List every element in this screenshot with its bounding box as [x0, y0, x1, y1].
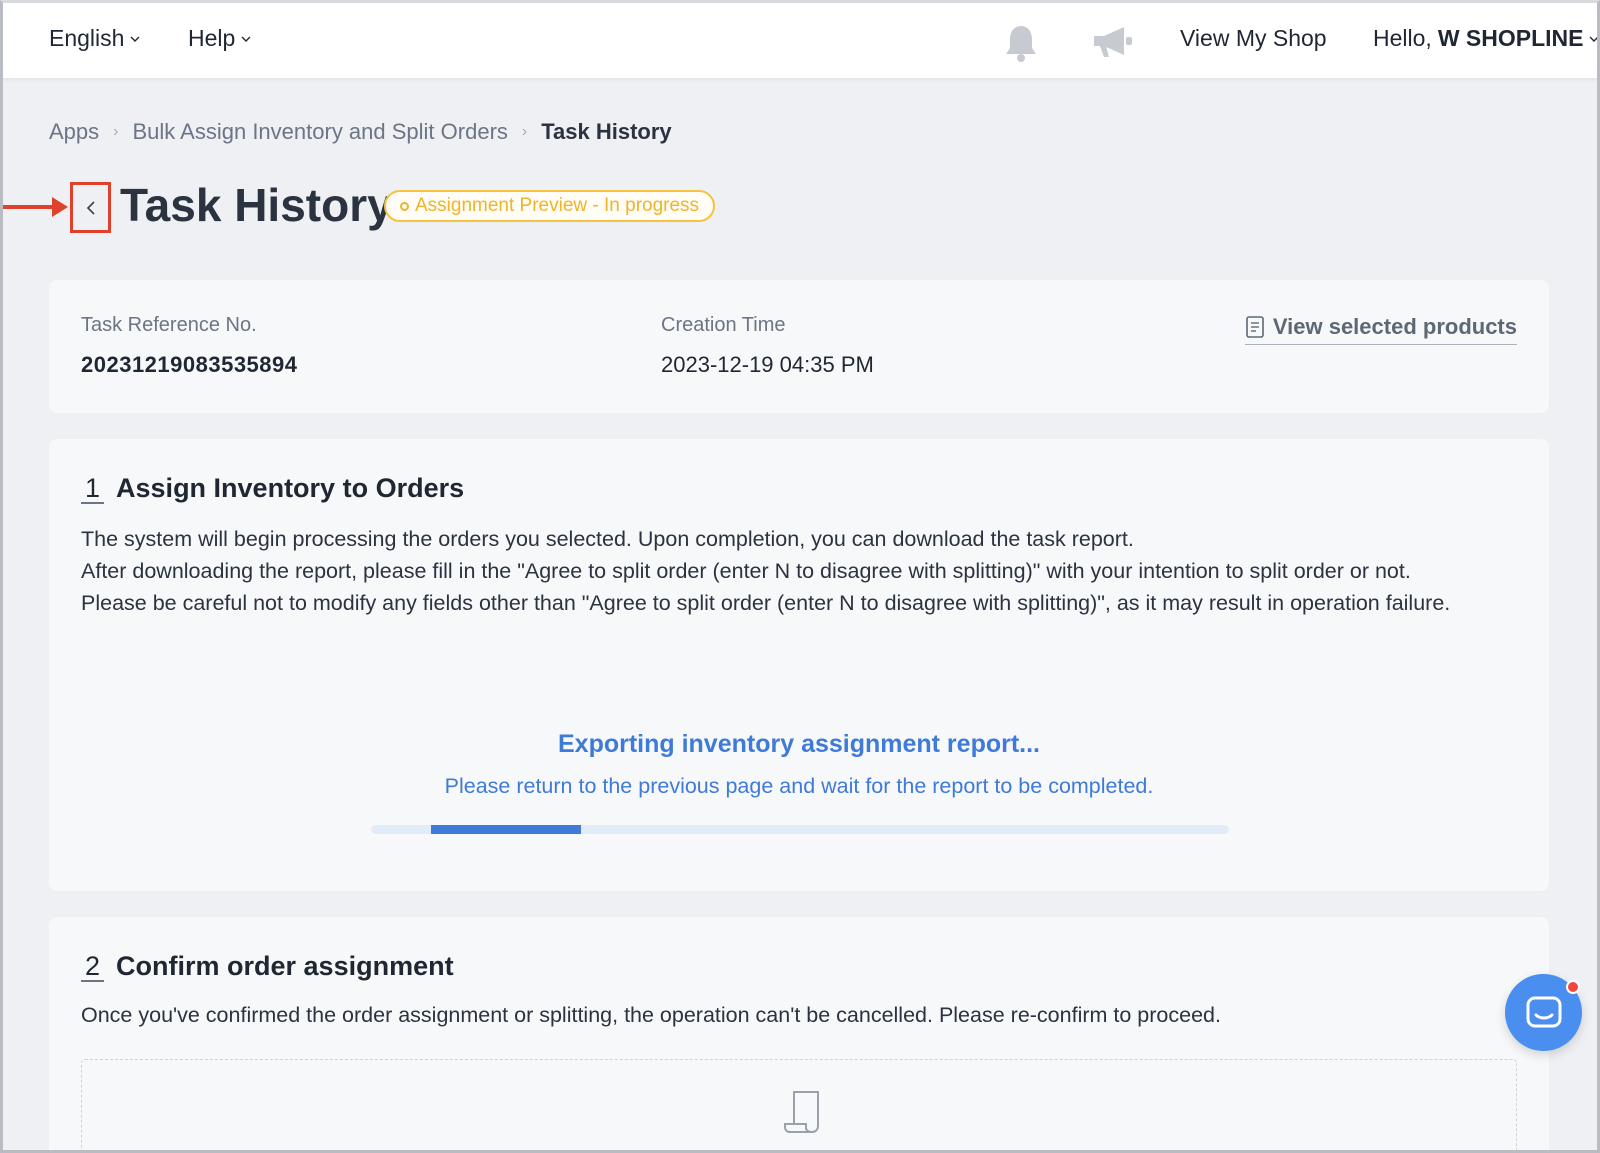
annotation-arrow-head	[52, 197, 68, 217]
export-status-title: Exporting inventory assignment report...	[557, 730, 1041, 758]
status-dot-icon	[400, 201, 409, 211]
view-selected-products-link[interactable]: View selected products	[1244, 314, 1517, 345]
step-2-description: Once you've confirmed the order assignme…	[81, 1003, 1221, 1027]
step-1-description: The system will begin processing the ord…	[81, 523, 1531, 619]
step-assign-inventory-card: 1 Assign Inventory to Orders The system …	[49, 439, 1549, 891]
chevron-left-icon	[86, 200, 95, 215]
breadcrumb-current: Task History	[541, 119, 672, 144]
export-status-subtitle: Please return to the previous page and w…	[444, 774, 1154, 798]
creation-time-label: Creation Time	[661, 314, 786, 336]
document-icon	[1246, 316, 1264, 338]
view-shop-label: View My Shop	[1180, 25, 1327, 51]
page-title: Task History	[120, 179, 393, 231]
step-1-line: Please be careful not to modify any fiel…	[81, 591, 1451, 615]
help-label: Help	[188, 25, 236, 51]
step-confirm-assignment-card: 2 Confirm order assignment Once you've c…	[49, 917, 1549, 1153]
step-2-heading: 2 Confirm order assignment	[81, 951, 454, 983]
export-progress-fill	[431, 825, 582, 834]
step-1-heading: 1 Assign Inventory to Orders	[81, 473, 465, 505]
annotation-arrow-line	[0, 205, 56, 209]
step-1-title: Assign Inventory to Orders	[116, 473, 465, 503]
status-text: Assignment Preview - In progress	[415, 195, 700, 216]
back-button[interactable]	[70, 182, 111, 233]
step-1-line: After downloading the report, please fil…	[81, 559, 1411, 583]
breadcrumb-app-name[interactable]: Bulk Assign Inventory and Split Orders	[132, 119, 507, 145]
notification-dot	[1566, 980, 1580, 994]
chevron-down-icon	[241, 36, 251, 42]
megaphone-icon[interactable]	[1090, 23, 1134, 61]
shop-name: W SHOPLINE	[1437, 25, 1584, 51]
language-dropdown[interactable]: English	[49, 25, 140, 52]
chevron-down-icon	[130, 36, 140, 42]
step-1-number: 1	[81, 474, 105, 505]
chevron-down-icon	[1589, 36, 1599, 42]
chat-icon	[1526, 996, 1561, 1027]
greeting-prefix: Hello,	[1373, 25, 1432, 51]
account-menu[interactable]: Hello, W SHOPLINE	[1373, 25, 1599, 52]
step-2-number: 2	[81, 952, 105, 983]
status-badge: Assignment Preview - In progress	[384, 190, 716, 222]
step-2-title: Confirm order assignment	[116, 951, 454, 981]
chat-support-button[interactable]	[1505, 974, 1582, 1051]
scroll-document-icon	[784, 1091, 819, 1133]
view-my-shop-link[interactable]: View My Shop	[1180, 25, 1327, 52]
breadcrumb-apps[interactable]: Apps	[49, 119, 99, 145]
breadcrumb: Apps › Bulk Assign Inventory and Split O…	[49, 119, 672, 145]
task-ref-label: Task Reference No.	[81, 314, 257, 336]
step-1-line: The system will begin processing the ord…	[81, 527, 1134, 551]
task-info-card: Task Reference No. 20231219083535894 Cre…	[49, 280, 1549, 413]
language-label: English	[49, 25, 125, 51]
export-progress-bar	[371, 825, 1229, 834]
view-products-label: View selected products	[1272, 314, 1517, 339]
breadcrumb-separator-icon: ›	[113, 123, 119, 140]
top-bar: English Help View My Shop Hello, W SHOPL…	[3, 3, 1599, 79]
bell-icon[interactable]	[1002, 23, 1040, 63]
help-dropdown[interactable]: Help	[188, 25, 251, 52]
task-ref-value: 20231219083535894	[81, 352, 298, 377]
empty-state-area	[81, 1059, 1517, 1153]
creation-time-value: 2023-12-19 04:35 PM	[661, 352, 874, 377]
breadcrumb-separator-icon: ›	[521, 123, 528, 140]
